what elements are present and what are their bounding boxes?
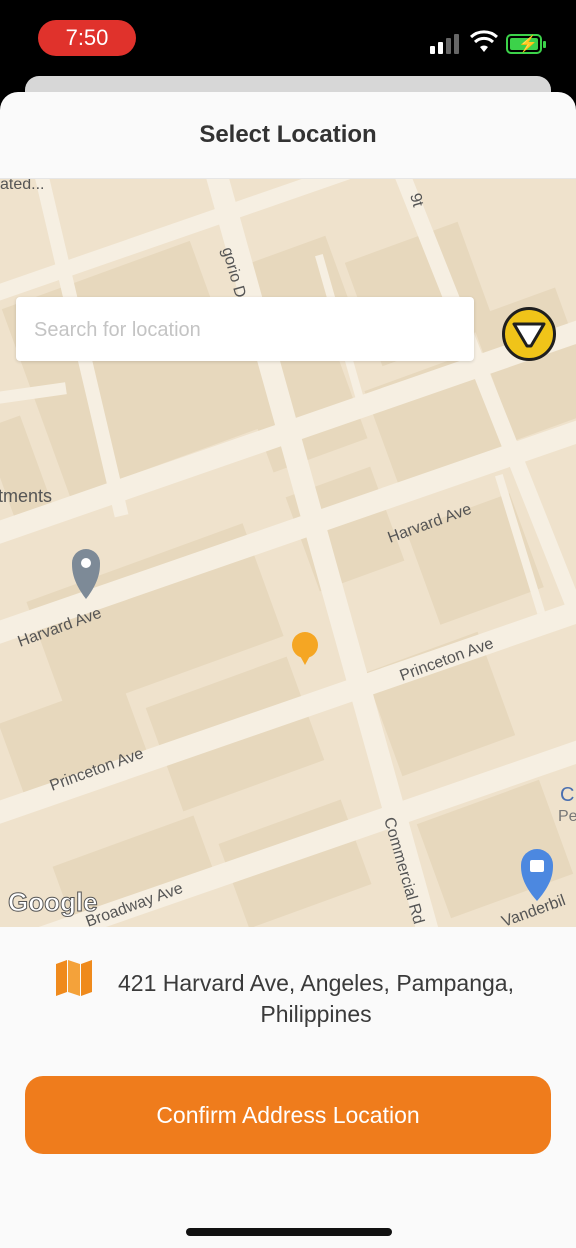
map-label-apartments: tments [0,486,52,506]
map-view[interactable]: ated... gorio Dr 9t tments Harvard Ave H… [0,179,576,927]
wifi-icon [470,30,498,52]
battery-icon: ⚡ [506,34,546,54]
selected-location-pin-icon[interactable] [292,632,318,665]
search-input[interactable] [32,297,456,363]
shopping-pin-icon[interactable] [521,849,553,901]
map-label-top-left: ated... [0,179,44,193]
status-time: 7:50 [38,20,136,56]
filter-icon [512,322,546,348]
map-label-shop-pe: Pe [558,808,576,825]
cellular-signal-icon [430,34,462,54]
map-label-vanderbilt: Vanderbil [500,892,568,927]
filter-button[interactable] [502,307,556,361]
home-indicator[interactable] [186,1228,392,1236]
status-bar: 7:50 ⚡ [0,0,576,80]
map-label-shop-c: C [560,784,574,806]
google-logo: Google [8,887,98,917]
confirm-address-button[interactable]: Confirm Address Location [25,1076,551,1154]
select-location-sheet: Select Location ated... gorio Dr 9t tmen… [0,92,576,1248]
map-icon [56,960,92,996]
page-title: Select Location [0,92,576,179]
map-canvas: ated... gorio Dr 9t tments Harvard Ave H… [0,179,576,927]
selected-address: 421 Harvard Ave, Angeles, Pampanga, Phil… [118,970,514,1027]
search-bar[interactable] [16,297,474,363]
